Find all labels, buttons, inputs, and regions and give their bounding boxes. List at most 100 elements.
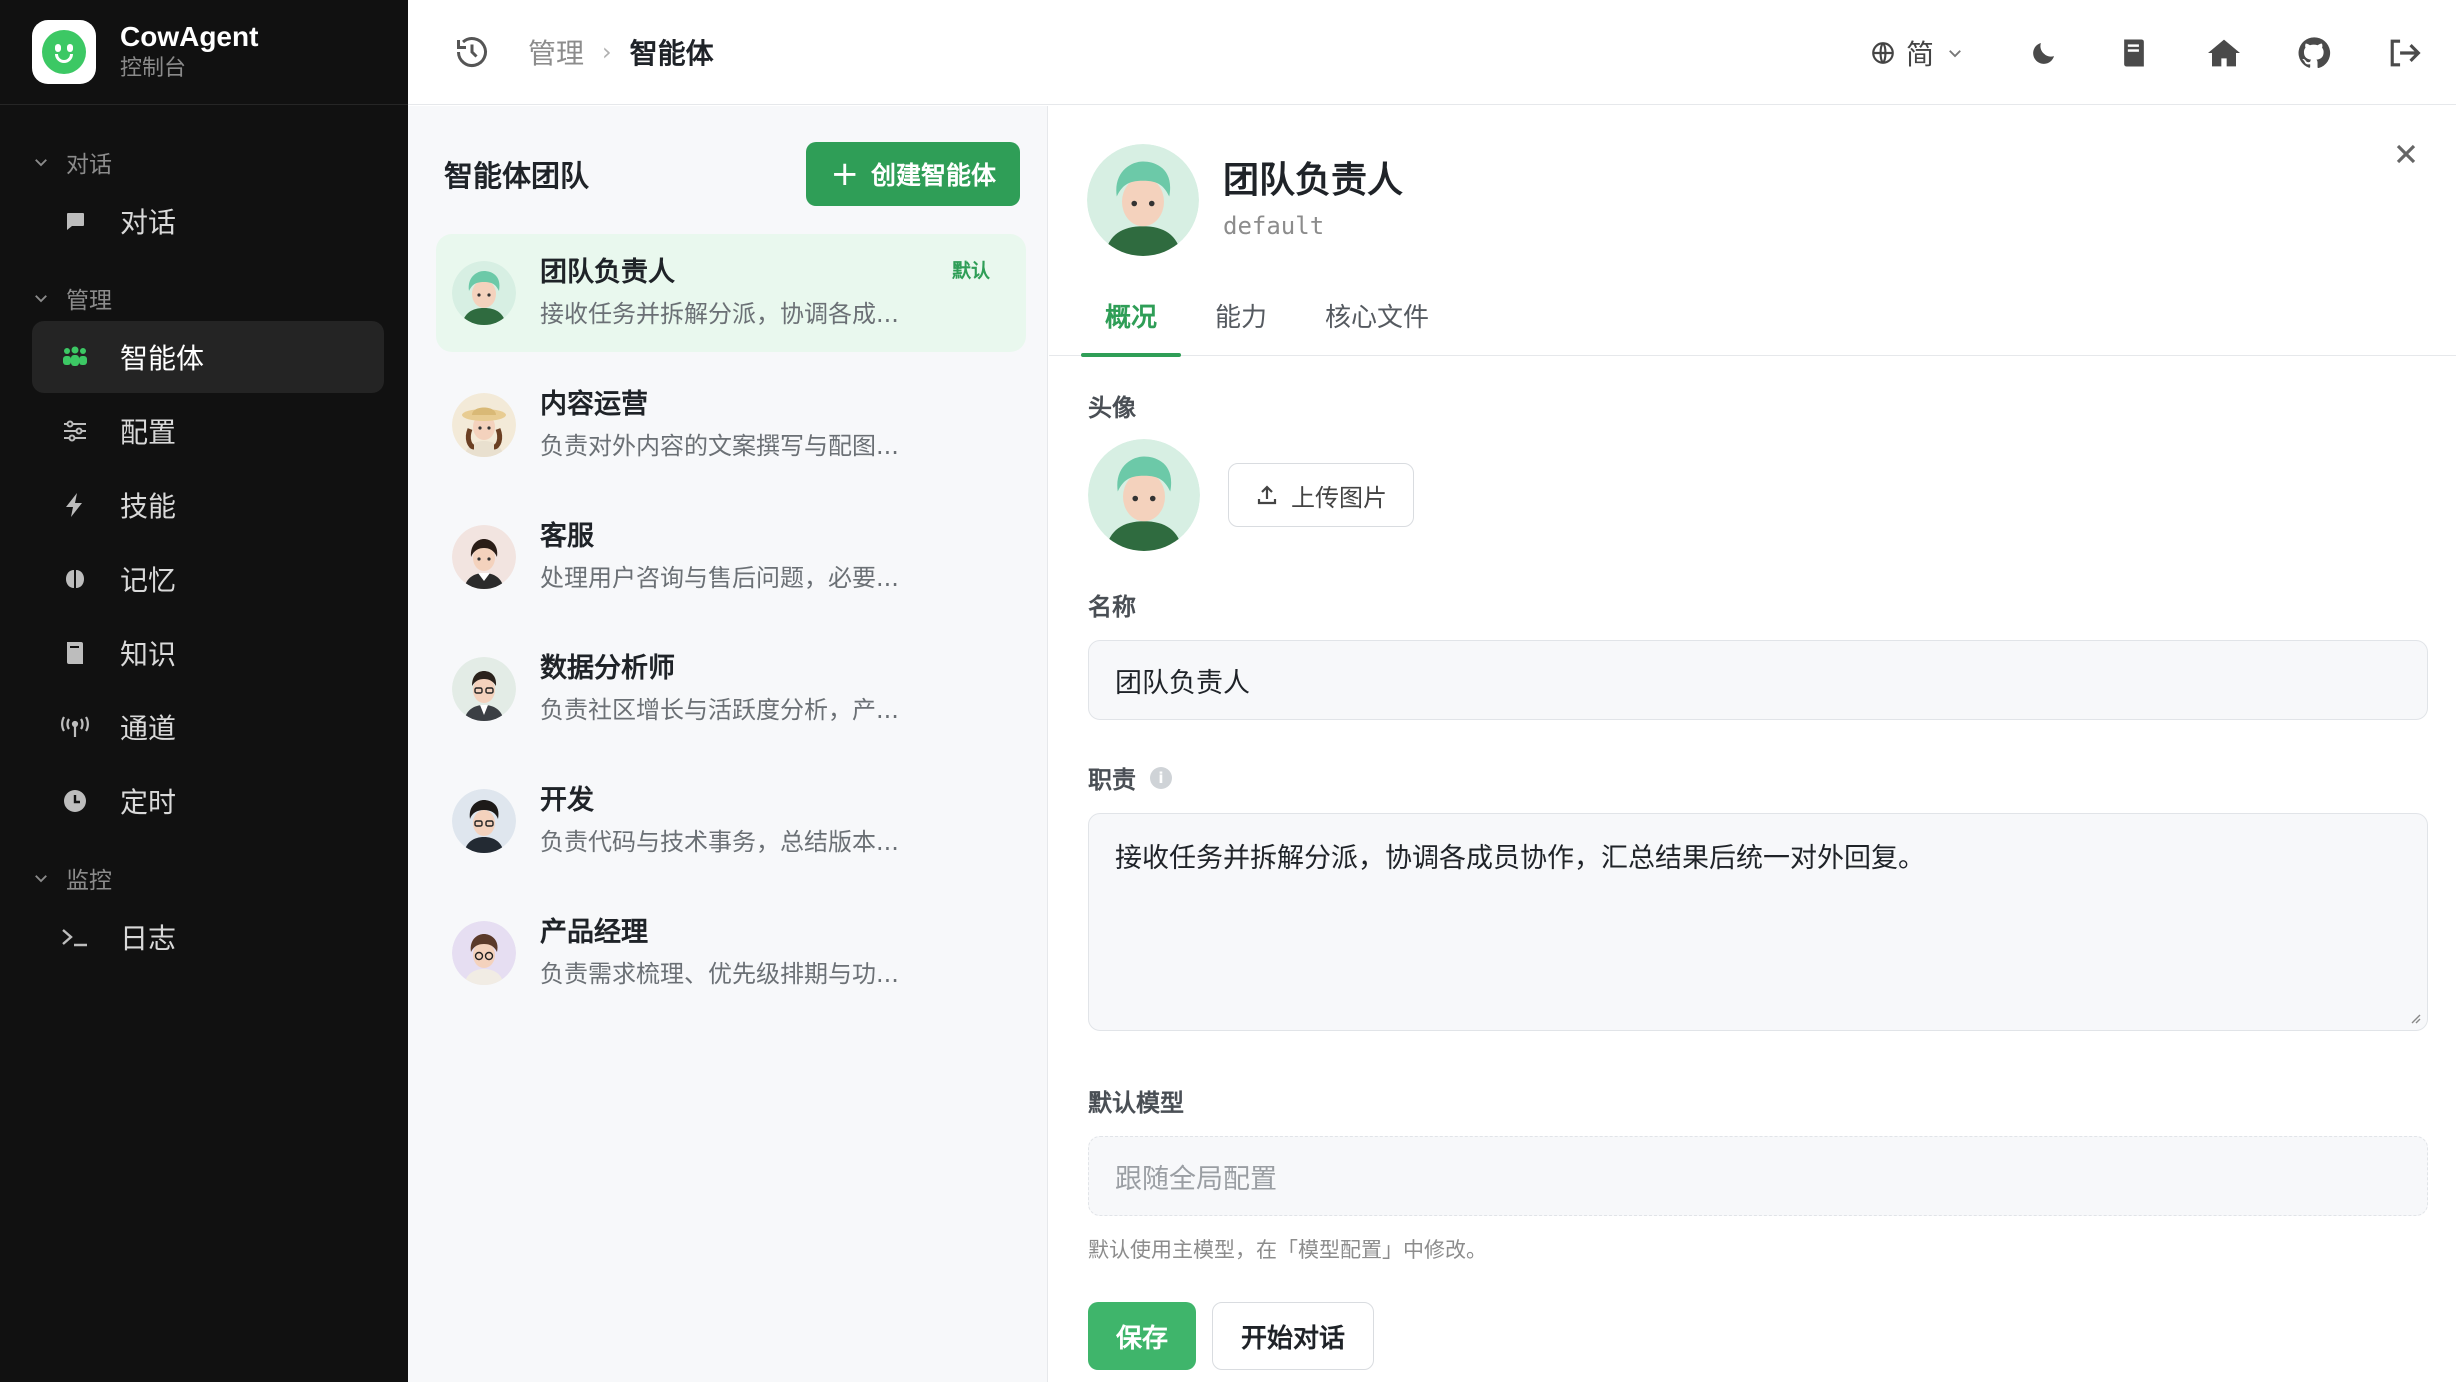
nav-group-monitor[interactable]: 监控 bbox=[32, 857, 384, 899]
sidebar-item-schedule[interactable]: 定时 bbox=[32, 765, 384, 837]
sidebar-item-label: 配置 bbox=[120, 416, 177, 449]
model-hint: 默认使用主模型，在「模型配置」中修改。 bbox=[1088, 1238, 1487, 1262]
agent-name: 客服 bbox=[540, 521, 594, 552]
chat-bubble-icon bbox=[60, 206, 90, 236]
agent-avatar bbox=[452, 657, 516, 721]
tab-overview[interactable]: 概况 bbox=[1081, 274, 1182, 357]
sidebar-item-memory[interactable]: 记忆 bbox=[32, 543, 384, 615]
agent-list-item[interactable]: 客服 处理用户咨询与售后问题，必要... bbox=[436, 498, 1026, 616]
book-icon bbox=[60, 638, 90, 668]
top-actions: 简 bbox=[1870, 0, 2456, 105]
dark-mode-icon[interactable] bbox=[2022, 31, 2066, 75]
nav-group-label: 对话 bbox=[66, 152, 112, 178]
info-icon[interactable]: i bbox=[1150, 766, 1172, 789]
agent-name: 内容运营 bbox=[540, 389, 648, 420]
sidebar-item-chat[interactable]: 对话 bbox=[32, 185, 384, 257]
model-select[interactable]: 跟随全局配置 bbox=[1088, 1136, 2428, 1216]
sidebar-item-knowledge[interactable]: 知识 bbox=[32, 617, 384, 689]
action-buttons: 保存 开始对话 bbox=[1088, 1302, 2428, 1370]
detail-tabs: 概况 能力 核心文件 bbox=[1049, 274, 2456, 357]
close-icon[interactable] bbox=[2390, 138, 2422, 170]
antenna-icon bbox=[60, 712, 90, 742]
agent-description: 负责需求梳理、优先级排期与功... bbox=[540, 960, 899, 988]
agent-description: 处理用户咨询与售后问题，必要... bbox=[540, 564, 899, 592]
save-button[interactable]: 保存 bbox=[1088, 1302, 1197, 1370]
nav-group-manage[interactable]: 管理 bbox=[32, 277, 384, 319]
duty-label-row: 职责 i bbox=[1088, 760, 2428, 795]
sidebar-item-label: 定时 bbox=[120, 786, 177, 819]
sidebar-item-skills[interactable]: 技能 bbox=[32, 469, 384, 541]
nav-group-label: 监控 bbox=[66, 868, 112, 894]
agent-list-panel: 智能体团队 + 创建智能体 团队负责人 接收任务并拆解分派，协调各成... 默认 bbox=[408, 106, 1048, 1382]
start-chat-button[interactable]: 开始对话 bbox=[1212, 1302, 1375, 1370]
duty-textarea[interactable]: 接收任务并拆解分派，协调各成员协作，汇总结果后统一对外回复。 bbox=[1088, 813, 2428, 1031]
sliders-icon bbox=[60, 416, 90, 446]
sidebar-item-config[interactable]: 配置 bbox=[32, 395, 384, 467]
sidebar-item-agents[interactable]: 智能体 bbox=[32, 321, 384, 393]
github-icon[interactable] bbox=[2292, 31, 2336, 75]
sidebar-item-label: 技能 bbox=[120, 490, 177, 523]
brain-icon bbox=[60, 564, 90, 594]
sidebar-nav: 对话 对话 管理 智能体 配置 技能 记忆 知识 通道 定时 监控 日志 bbox=[0, 105, 408, 973]
agent-avatar bbox=[452, 261, 516, 325]
agent-detail-header: 团队负责人 default bbox=[1087, 144, 1403, 256]
breadcrumb-item-agents: 智能体 bbox=[629, 37, 714, 70]
agent-avatar-preview bbox=[1088, 439, 1200, 551]
agent-list-item[interactable]: 内容运营 负责对外内容的文案撰写与配图... bbox=[436, 366, 1026, 484]
duty-text: 接收任务并拆解分派，协调各成员协作，汇总结果后统一对外回复。 bbox=[1115, 843, 1925, 874]
name-input[interactable]: 团队负责人 bbox=[1088, 640, 2428, 720]
agent-avatar bbox=[1087, 144, 1199, 256]
nav-group-label: 管理 bbox=[66, 288, 112, 314]
brand[interactable]: CowAgent 控制台 bbox=[0, 0, 408, 105]
globe-icon bbox=[1870, 40, 1896, 66]
brand-subtitle: 控制台 bbox=[120, 56, 187, 81]
resize-grip-icon[interactable] bbox=[2407, 1010, 2421, 1024]
home-icon[interactable] bbox=[2202, 31, 2246, 75]
agent-list-item[interactable]: 开发 负责代码与技术事务，总结版本... bbox=[436, 762, 1026, 880]
agent-overview-form: 头像 上传图片 名称 团队负责人 职责 i 接收任务并拆解分派，协调各成员协作，… bbox=[1088, 388, 2428, 1370]
chevron-down-icon bbox=[1946, 44, 1964, 62]
agent-description: 负责代码与技术事务，总结版本... bbox=[540, 828, 899, 856]
duty-label: 职责 bbox=[1088, 766, 1136, 794]
agent-detail-name: 团队负责人 bbox=[1223, 160, 1404, 201]
create-agent-button[interactable]: + 创建智能体 bbox=[806, 142, 1020, 206]
sidebar-item-label: 对话 bbox=[120, 206, 177, 239]
breadcrumb: 管理 › 智能体 bbox=[528, 32, 714, 72]
agent-description: 负责对外内容的文案撰写与配图... bbox=[540, 432, 899, 460]
topbar: 管理 › 智能体 简 bbox=[408, 0, 2456, 105]
nav-group-chat[interactable]: 对话 bbox=[32, 141, 384, 183]
docs-book-icon[interactable] bbox=[2112, 31, 2156, 75]
agent-list-item[interactable]: 产品经理 负责需求梳理、优先级排期与功... bbox=[436, 894, 1026, 1012]
plus-icon: + bbox=[830, 154, 859, 194]
agent-list-item[interactable]: 团队负责人 接收任务并拆解分派，协调各成... 默认 bbox=[436, 234, 1026, 352]
sidebar-item-label: 日志 bbox=[120, 922, 177, 955]
upload-image-button[interactable]: 上传图片 bbox=[1228, 463, 1414, 527]
sidebar-item-channels[interactable]: 通道 bbox=[32, 691, 384, 763]
brand-title: CowAgent bbox=[120, 21, 259, 52]
team-icon bbox=[60, 342, 90, 372]
tab-abilities[interactable]: 能力 bbox=[1191, 274, 1291, 356]
tab-core-files[interactable]: 核心文件 bbox=[1301, 274, 1453, 356]
agent-name: 产品经理 bbox=[540, 917, 648, 948]
logout-icon[interactable] bbox=[2382, 31, 2426, 75]
model-label: 默认模型 bbox=[1088, 1089, 1184, 1117]
history-icon[interactable] bbox=[452, 32, 492, 72]
upload-image-label: 上传图片 bbox=[1291, 483, 1387, 512]
language-switcher[interactable]: 简 bbox=[1870, 33, 1964, 73]
breadcrumb-item-manage[interactable]: 管理 bbox=[528, 32, 584, 72]
chevron-right-icon: › bbox=[602, 38, 612, 66]
default-badge: 默认 bbox=[951, 260, 990, 282]
agent-avatar bbox=[452, 789, 516, 853]
agent-list-item[interactable]: 数据分析师 负责社区增长与活跃度分析，产... bbox=[436, 630, 1026, 748]
sidebar-item-label: 知识 bbox=[120, 638, 177, 671]
agent-list-title: 智能体团队 bbox=[444, 159, 590, 193]
upload-icon bbox=[1255, 483, 1279, 507]
terminal-icon bbox=[60, 922, 90, 952]
language-label: 简 bbox=[1905, 37, 1934, 71]
agent-description: 接收任务并拆解分派，协调各成... bbox=[540, 300, 899, 328]
chevron-down-icon bbox=[32, 153, 52, 171]
agent-list: 团队负责人 接收任务并拆解分派，协调各成... 默认 内容运营 负责对外内容的文… bbox=[436, 234, 1026, 1026]
agent-detail-id: default bbox=[1223, 212, 1325, 240]
sidebar-item-logs[interactable]: 日志 bbox=[32, 901, 384, 973]
agent-detail-panel: 团队负责人 default 概况 能力 核心文件 头像 上传图片 名称 团队负责… bbox=[1049, 106, 2456, 1382]
